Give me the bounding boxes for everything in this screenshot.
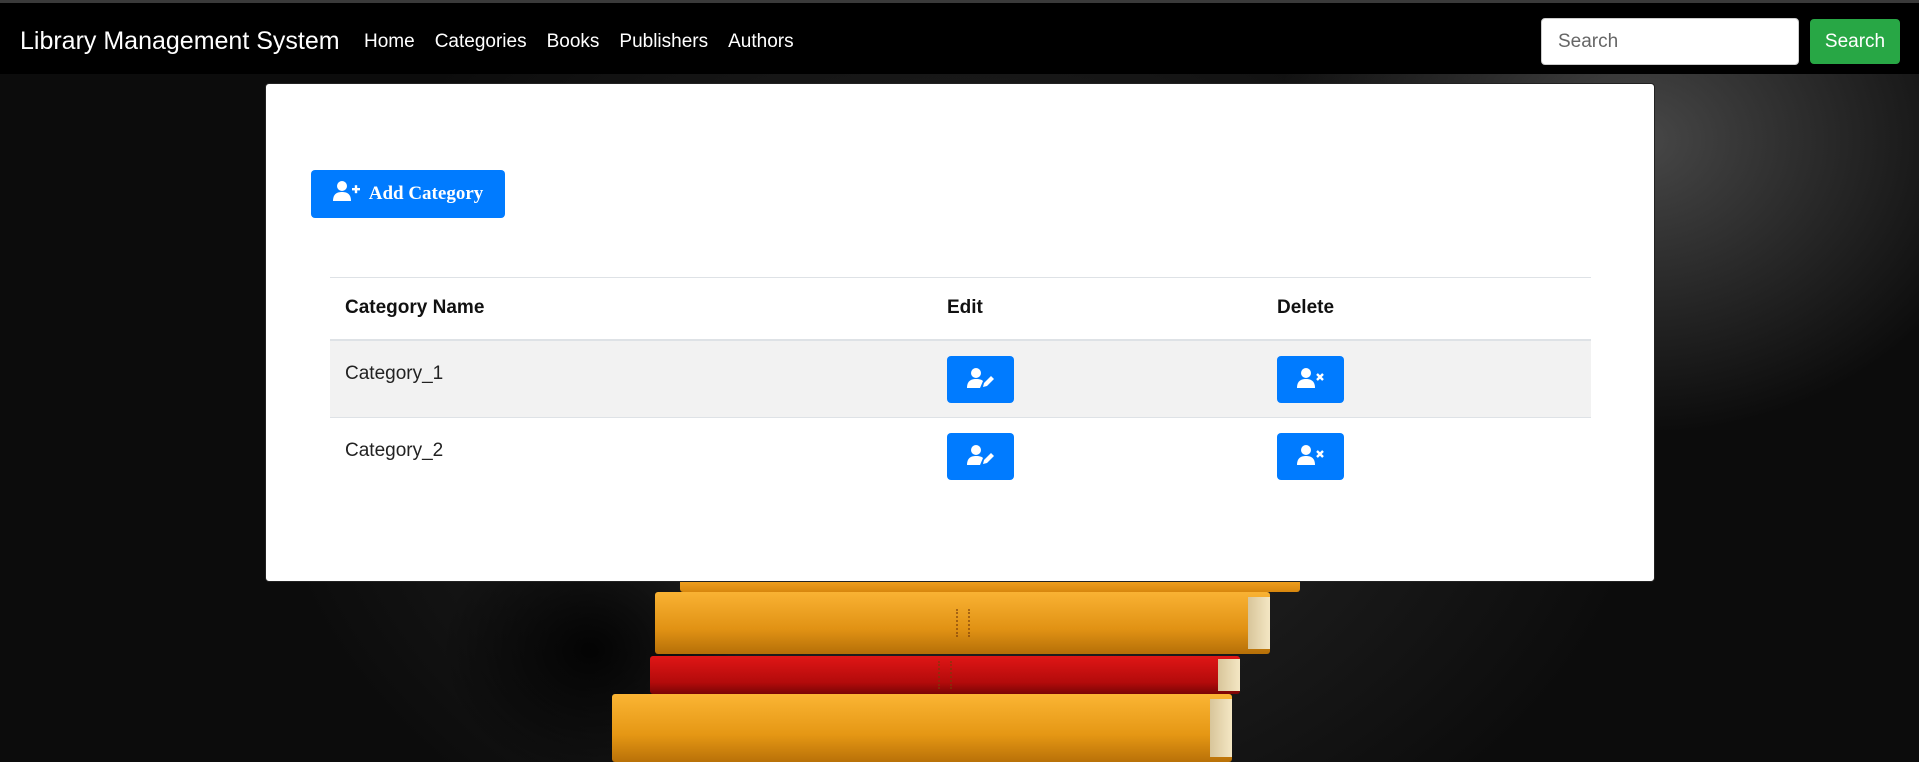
nav-link-authors[interactable]: Authors <box>728 31 793 53</box>
user-delete-icon <box>1296 367 1325 392</box>
header-delete: Delete <box>1262 277 1591 341</box>
delete-button[interactable] <box>1277 433 1344 480</box>
nav-links: Home Categories Books Publishers Authors <box>364 31 794 53</box>
nav-link-categories[interactable]: Categories <box>435 31 527 53</box>
nav-link-home[interactable]: Home <box>364 31 415 53</box>
delete-cell <box>1262 339 1591 418</box>
content-card: Add Category Category Name Edit Delete C… <box>265 83 1655 582</box>
book-2 <box>655 592 1270 654</box>
nav-link-books[interactable]: Books <box>547 31 600 53</box>
edit-cell <box>932 339 1262 418</box>
user-edit-icon <box>966 444 995 469</box>
book-4 <box>612 694 1232 762</box>
category-name-cell: Category_2 <box>330 417 932 496</box>
navbar: Library Management System Home Categorie… <box>0 0 1919 74</box>
brand-link[interactable]: Library Management System <box>20 27 340 56</box>
delete-cell <box>1262 417 1591 496</box>
table-header-row: Category Name Edit Delete <box>330 277 1591 341</box>
user-delete-icon <box>1296 444 1325 469</box>
category-name-cell: Category_1 <box>330 339 932 418</box>
search-button[interactable]: Search <box>1810 19 1900 64</box>
nav-link-publishers[interactable]: Publishers <box>619 31 708 53</box>
user-edit-icon <box>966 367 995 392</box>
page: Library Management System Home Categorie… <box>0 0 1919 762</box>
search-input[interactable] <box>1541 18 1799 65</box>
book-3 <box>650 656 1240 694</box>
edit-button[interactable] <box>947 355 1014 403</box>
add-category-label: Add Category <box>368 183 484 204</box>
delete-button[interactable] <box>1277 355 1344 403</box>
table-row: Category_2 <box>330 417 1591 496</box>
add-category-button[interactable]: Add Category <box>311 170 505 218</box>
user-plus-icon <box>332 180 361 208</box>
edit-cell <box>932 417 1262 496</box>
header-category-name: Category Name <box>330 277 932 341</box>
header-edit: Edit <box>932 277 1262 341</box>
edit-button[interactable] <box>947 433 1014 480</box>
table-row: Category_1 <box>330 339 1591 418</box>
category-table: Category Name Edit Delete Category_1 Cat… <box>330 277 1591 496</box>
